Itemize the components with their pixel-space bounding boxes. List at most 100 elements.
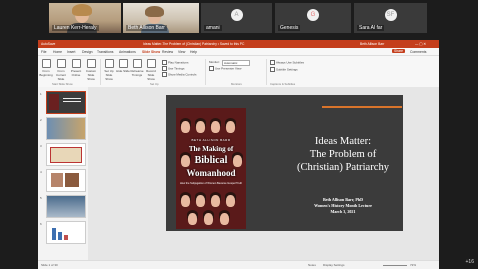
from-beginning-button[interactable]: From Beginning <box>39 59 53 77</box>
slideshow-icon <box>41 59 51 68</box>
tab-file[interactable]: File <box>41 50 46 54</box>
slide-number: 6 <box>40 222 42 226</box>
use-timings-option[interactable]: Use Timings <box>162 66 185 71</box>
slide-thumbnail-3[interactable]: 3 <box>40 143 86 166</box>
participant-tile-3[interactable]: A amani <box>201 3 272 33</box>
thumbnail-image <box>50 147 82 163</box>
thumbnail-image <box>65 173 79 187</box>
button-label: Rehearse Timings <box>130 69 144 77</box>
cover-figure <box>181 121 190 133</box>
label-text: Monitor: <box>209 60 220 64</box>
ribbon-divider <box>266 59 267 85</box>
current-slide[interactable]: BETH ALLISON BARR The Making of Biblical… <box>166 95 403 231</box>
display-settings-button[interactable]: Display Settings <box>323 263 345 267</box>
tab-design[interactable]: Design <box>82 50 93 54</box>
globe-icon <box>71 59 81 68</box>
participant-tile-4[interactable]: G Genesis <box>275 3 351 33</box>
cover-figure <box>220 213 229 225</box>
checkbox[interactable] <box>209 66 214 71</box>
tab-slide-show[interactable]: Slide Show <box>142 50 160 54</box>
tab-view[interactable]: View <box>178 50 185 54</box>
book-title-line-3: Womanhood <box>186 168 236 178</box>
cover-figure <box>196 195 205 207</box>
from-current-slide-button[interactable]: From Current Slide <box>54 59 68 81</box>
group-label: Monitors <box>231 82 242 86</box>
timer-icon <box>132 59 142 68</box>
thumbnail-bar <box>58 232 62 240</box>
group-label: Start Slide Show <box>52 82 73 86</box>
cover-figure <box>188 213 197 225</box>
tab-review[interactable]: Review <box>162 50 173 54</box>
tab-animations[interactable]: Animations <box>119 50 136 54</box>
slide-thumbnail-4[interactable]: 4 <box>40 169 86 192</box>
cover-figure <box>196 121 205 133</box>
slide-thumbnail-1[interactable]: 1 <box>40 91 86 114</box>
record-icon <box>146 59 156 68</box>
zoom-slider[interactable] <box>383 264 407 266</box>
autosave-label[interactable]: AutoSave <box>41 42 55 46</box>
slide-thumbnail-2[interactable]: 2 <box>40 117 86 140</box>
participant-tile-5[interactable]: SF Sara Al far <box>354 3 427 33</box>
show-media-controls-option[interactable]: Show Media Controls <box>162 72 197 77</box>
avatar: A <box>230 9 243 21</box>
tab-help[interactable]: Help <box>190 50 197 54</box>
event-date: March 3, 2021 <box>330 209 356 214</box>
checkbox[interactable] <box>270 60 275 65</box>
button-label: Present Online <box>70 69 82 77</box>
monitor-label: Monitor: <box>209 60 220 64</box>
cover-figure <box>211 121 220 133</box>
option-label: Use Timings <box>168 66 185 71</box>
checkbox[interactable] <box>162 60 167 65</box>
record-slide-show-button[interactable]: Record Slide Show <box>144 59 158 81</box>
title-line-2: The Problem of <box>309 149 377 160</box>
rehearse-timings-button[interactable]: Rehearse Timings <box>130 59 144 77</box>
participant-hair <box>72 4 92 16</box>
participant-video-2[interactable]: Beth Allison Barr <box>123 3 199 33</box>
slide-thumbnail-6[interactable]: 6 <box>40 221 86 244</box>
group-label: Set Up <box>150 82 159 86</box>
participant-name: Sara Al far <box>357 25 385 31</box>
slide-title[interactable]: Ideas Matter: The Problem of (Christian)… <box>287 135 399 174</box>
book-subtitle: How the Subjugation of Women Became Gosp… <box>179 182 243 185</box>
share-button[interactable]: Share <box>392 49 406 53</box>
accent-rule <box>322 106 402 108</box>
monitor-dropdown[interactable]: Automatic <box>222 59 250 66</box>
present-online-button[interactable]: Present Online <box>69 59 83 77</box>
always-use-subtitles-option[interactable]: Always Use Subtitles <box>270 60 304 65</box>
title-bar: AutoSave Ideas Matter-The Problem of (Ch… <box>38 40 439 48</box>
window-controls-icon[interactable]: — ▢ ✕ <box>415 42 426 46</box>
user-name[interactable]: Beth Allison Barr <box>360 42 384 46</box>
set-up-slide-show-button[interactable]: Set Up Slide Show <box>102 59 116 81</box>
checkbox[interactable] <box>162 72 167 77</box>
option-label: Always Use Subtitles <box>276 60 305 65</box>
slide-editor-canvas[interactable]: BETH ALLISON BARR The Making of Biblical… <box>88 87 439 261</box>
subtitle-icon <box>270 67 275 72</box>
tab-insert[interactable]: Insert <box>67 50 75 54</box>
button-label: From Current Slide <box>55 69 66 81</box>
notes-button[interactable]: Notes <box>308 263 316 267</box>
avatar: G <box>307 9 319 21</box>
thumbnail-text <box>63 98 81 99</box>
checkbox[interactable] <box>162 66 167 71</box>
play-narrations-option[interactable]: Play Narrations <box>162 60 189 65</box>
comments-button[interactable]: Comments <box>410 50 426 54</box>
zoom-level[interactable]: 72% <box>410 263 416 267</box>
use-presenter-view-option[interactable]: Use Presenter View <box>209 66 241 71</box>
participant-name: Genesis <box>278 25 301 31</box>
option-label: Use Presenter View <box>215 66 242 71</box>
book-title-line-1: The Making of <box>188 145 234 153</box>
book-cover-image[interactable]: BETH ALLISON BARR The Making of Biblical… <box>176 108 246 229</box>
subtitle-settings-button[interactable]: Subtitle Settings <box>270 67 298 72</box>
cover-figure <box>226 121 235 133</box>
slide-subtitle[interactable]: Beth Allison Barr, PhD Women's History M… <box>287 197 399 215</box>
tab-home[interactable]: Home <box>53 50 62 54</box>
title-line-3: (Christian) Patriarchy <box>296 162 390 173</box>
slide-number: 4 <box>40 170 42 174</box>
participant-video-1[interactable]: Lauren Kerr-Heraly <box>49 3 121 33</box>
more-participants-badge[interactable]: +16 <box>466 259 474 265</box>
button-label: Record Slide Show <box>146 69 156 81</box>
slide-thumbnail-5[interactable]: 5 <box>40 195 86 218</box>
hide-slide-button[interactable]: Hide Slide <box>116 59 130 73</box>
tab-transitions[interactable]: Transitions <box>97 50 113 54</box>
custom-slide-show-button[interactable]: Custom Slide Show <box>84 59 98 81</box>
